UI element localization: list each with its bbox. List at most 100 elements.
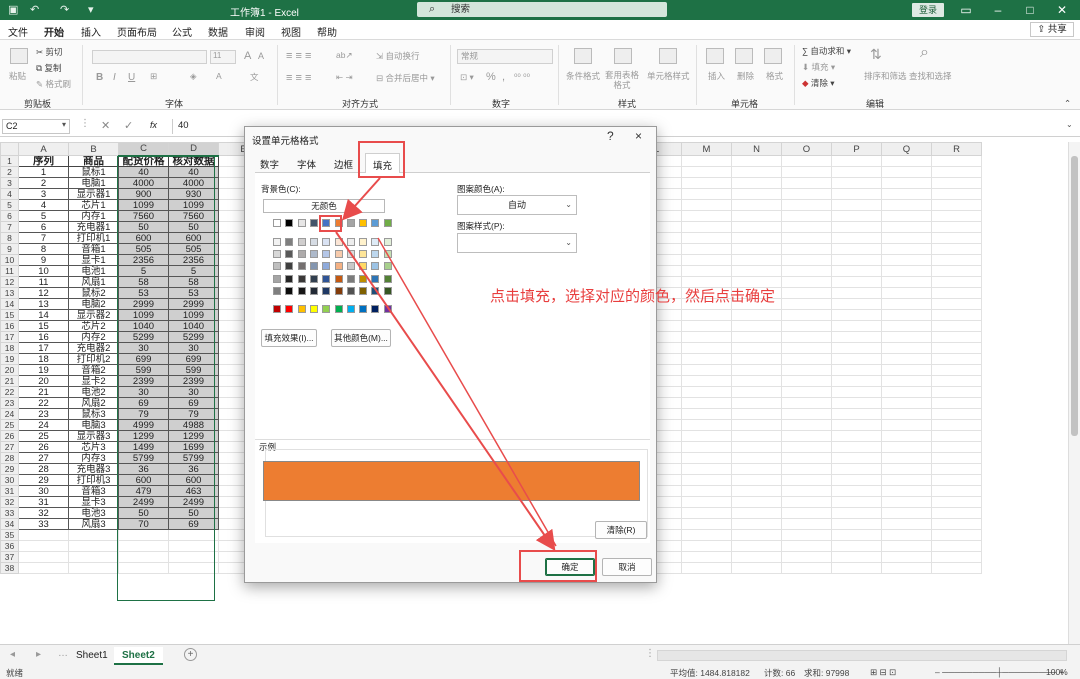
cell-q29[interactable] bbox=[881, 463, 932, 475]
cell-r28[interactable] bbox=[931, 452, 982, 464]
cell-q16[interactable] bbox=[881, 320, 932, 332]
cell-b26[interactable]: 显示器3 bbox=[68, 430, 119, 442]
column-header-r[interactable]: R bbox=[931, 142, 982, 156]
cell-m25[interactable] bbox=[681, 419, 732, 431]
standard-color-swatch[interactable] bbox=[371, 305, 380, 313]
cell-p18[interactable] bbox=[831, 342, 882, 354]
color-swatch[interactable] bbox=[334, 250, 343, 259]
color-swatch[interactable] bbox=[309, 219, 318, 227]
cell-b6[interactable]: 内存1 bbox=[68, 210, 119, 222]
cell-o23[interactable] bbox=[781, 397, 832, 409]
color-swatch[interactable] bbox=[346, 219, 355, 227]
vertical-scrollbar[interactable] bbox=[1068, 142, 1080, 644]
cell-m15[interactable] bbox=[681, 309, 732, 321]
cell-r7[interactable] bbox=[931, 221, 982, 233]
fill-color-icon[interactable]: ◈ bbox=[190, 71, 197, 82]
cell-b21[interactable]: 显卡2 bbox=[68, 375, 119, 387]
find-icon[interactable]: ⌕ bbox=[920, 44, 929, 62]
color-swatch[interactable] bbox=[309, 286, 318, 295]
wrap-text-button[interactable]: ⇲ 自动换行 bbox=[376, 50, 420, 62]
cell-o11[interactable] bbox=[781, 265, 832, 277]
cell-o19[interactable] bbox=[781, 353, 832, 365]
cell-a36[interactable] bbox=[18, 540, 69, 552]
color-swatch[interactable] bbox=[322, 286, 331, 295]
row-header[interactable]: 7 bbox=[0, 221, 19, 233]
cell-m23[interactable] bbox=[681, 397, 732, 409]
color-swatch[interactable] bbox=[273, 219, 281, 227]
pattern-color-select[interactable]: 自动 ⌄ bbox=[457, 195, 577, 215]
cell-n19[interactable] bbox=[731, 353, 782, 365]
cell-c23[interactable]: 69 bbox=[118, 397, 169, 409]
cell-r34[interactable] bbox=[931, 518, 982, 530]
cell-c31[interactable]: 479 bbox=[118, 485, 169, 497]
cell-m22[interactable] bbox=[681, 386, 732, 398]
cell-c25[interactable]: 4999 bbox=[118, 419, 169, 431]
cell-p24[interactable] bbox=[831, 408, 882, 420]
cell-d22[interactable]: 30 bbox=[168, 386, 219, 398]
cell-a37[interactable] bbox=[18, 551, 69, 563]
color-swatch[interactable] bbox=[309, 274, 318, 283]
cell-n16[interactable] bbox=[731, 320, 782, 332]
scroll-thumb[interactable] bbox=[1071, 156, 1078, 436]
cell-c12[interactable]: 58 bbox=[118, 276, 169, 288]
cell-n18[interactable] bbox=[731, 342, 782, 354]
cell-r32[interactable] bbox=[931, 496, 982, 508]
tab-help[interactable]: 帮助 bbox=[317, 24, 337, 39]
phonetic-icon[interactable]: 文 bbox=[250, 71, 259, 83]
cell-q23[interactable] bbox=[881, 397, 932, 409]
color-swatch[interactable] bbox=[297, 286, 306, 295]
cell-n25[interactable] bbox=[731, 419, 782, 431]
cell-m26[interactable] bbox=[681, 430, 732, 442]
color-swatch[interactable] bbox=[383, 250, 392, 259]
tab-formulas[interactable]: 公式 bbox=[172, 24, 192, 39]
cell-c36[interactable] bbox=[118, 540, 169, 552]
cell-d2[interactable]: 40 bbox=[168, 166, 219, 178]
cell-b2[interactable]: 鼠标1 bbox=[68, 166, 119, 178]
cell-b38[interactable] bbox=[68, 562, 119, 574]
cell-c38[interactable] bbox=[118, 562, 169, 574]
cell-o3[interactable] bbox=[781, 177, 832, 189]
cell-d23[interactable]: 69 bbox=[168, 397, 219, 409]
cell-o22[interactable] bbox=[781, 386, 832, 398]
cell-q11[interactable] bbox=[881, 265, 932, 277]
color-swatch[interactable] bbox=[334, 262, 343, 271]
insert-cells-icon[interactable] bbox=[706, 48, 724, 64]
cell-q30[interactable] bbox=[881, 474, 932, 486]
cell-o28[interactable] bbox=[781, 452, 832, 464]
italic-button[interactable]: I bbox=[113, 72, 116, 83]
row-header[interactable]: 33 bbox=[0, 507, 19, 519]
color-swatch[interactable] bbox=[273, 286, 281, 295]
cancel-button[interactable]: 取消 bbox=[602, 558, 652, 576]
cell-d34[interactable]: 69 bbox=[168, 518, 219, 530]
zoom-slider[interactable]: – ─────────┼───────── + bbox=[935, 667, 1064, 677]
cell-c18[interactable]: 30 bbox=[118, 342, 169, 354]
font-name-select[interactable] bbox=[92, 50, 207, 64]
cell-a33[interactable]: 32 bbox=[18, 507, 69, 519]
row-header[interactable]: 14 bbox=[0, 298, 19, 310]
cell-r18[interactable] bbox=[931, 342, 982, 354]
indent-icon[interactable]: ⇤ ⇥ bbox=[336, 72, 353, 83]
cell-c2[interactable]: 40 bbox=[118, 166, 169, 178]
cell-c28[interactable]: 5799 bbox=[118, 452, 169, 464]
color-swatch[interactable] bbox=[285, 238, 294, 246]
column-header-q[interactable]: Q bbox=[881, 142, 932, 156]
clear-button[interactable]: ◆ 清除 ▾ bbox=[802, 77, 835, 89]
tab-view[interactable]: 视图 bbox=[281, 24, 301, 39]
color-swatch[interactable] bbox=[297, 219, 306, 227]
cell-q24[interactable] bbox=[881, 408, 932, 420]
underline-button[interactable]: U bbox=[128, 72, 135, 83]
row-header[interactable]: 36 bbox=[0, 540, 19, 552]
cell-p9[interactable] bbox=[831, 243, 882, 255]
row-header[interactable]: 4 bbox=[0, 188, 19, 200]
cell-c20[interactable]: 599 bbox=[118, 364, 169, 376]
format-cells-button[interactable]: 格式 bbox=[766, 70, 783, 82]
cell-m29[interactable] bbox=[681, 463, 732, 475]
cell-n5[interactable] bbox=[731, 199, 782, 211]
cell-q5[interactable] bbox=[881, 199, 932, 211]
cell-p13[interactable] bbox=[831, 287, 882, 299]
share-button[interactable]: ⇪ 共享 bbox=[1030, 22, 1074, 37]
cell-q7[interactable] bbox=[881, 221, 932, 233]
cell-a18[interactable]: 17 bbox=[18, 342, 69, 354]
cell-n6[interactable] bbox=[731, 210, 782, 222]
sheet-tab-sheet1[interactable]: Sheet1 bbox=[68, 647, 116, 665]
